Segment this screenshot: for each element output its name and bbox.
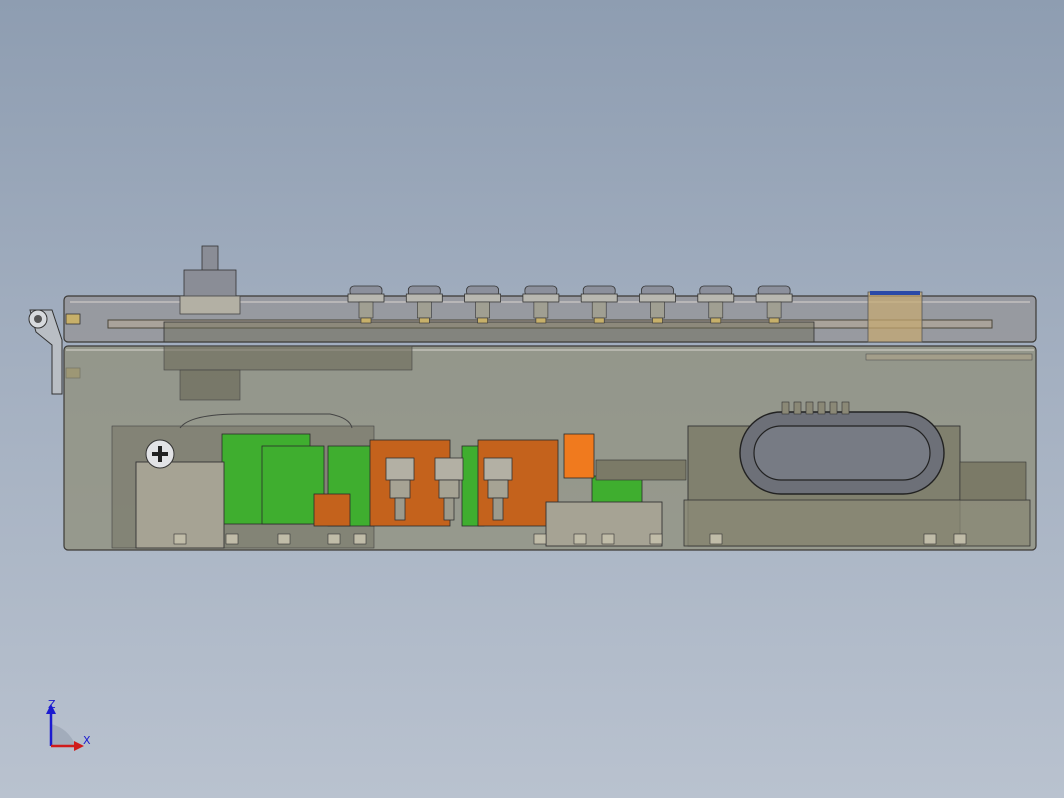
standoff [601,533,615,545]
speaker-pin [817,401,826,415]
standoff [327,533,341,545]
standoff [923,533,937,545]
speaker-pin [781,401,790,415]
standoff [573,533,587,545]
standoff [953,533,967,545]
speaker-pin [805,401,814,415]
standoff [533,533,547,545]
standoff [277,533,291,545]
standoff [353,533,367,545]
x-axis-label: X [83,734,91,747]
speaker-pin [841,401,850,415]
cad-model-side-view[interactable] [0,0,1064,798]
standoff [709,533,723,545]
standoff [649,533,663,545]
audio-jacks [385,457,513,521]
cad-viewport[interactable]: Z X [0,0,1064,798]
speaker-pin [829,401,838,415]
speaker-pin [793,401,802,415]
z-axis-label: Z [48,698,56,711]
joystick[interactable] [179,245,241,315]
standoff [225,533,239,545]
standoff [173,533,187,545]
